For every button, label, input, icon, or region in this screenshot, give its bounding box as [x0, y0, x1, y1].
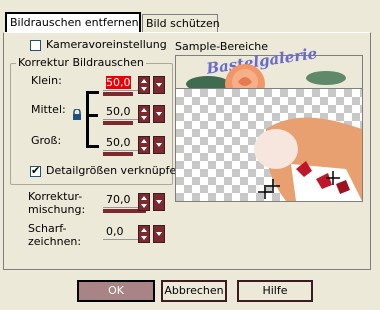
mittel-slider[interactable]	[103, 121, 133, 125]
gross-label: Groß:	[31, 134, 62, 147]
cancel-button[interactable]: Abbrechen	[161, 280, 227, 302]
tab-bildrauschen-entfernen[interactable]: Bildrauschen entfernen	[5, 12, 141, 32]
scharf-dropdown[interactable]	[153, 225, 165, 243]
crosshair-icon[interactable]	[266, 179, 280, 193]
klein-dropdown[interactable]	[153, 76, 165, 94]
link-bracket	[86, 91, 99, 148]
klein-slider[interactable]	[103, 92, 133, 96]
kamera-label: Kameravoreinstellung	[46, 38, 167, 51]
tab-bild-schuetzen[interactable]: Bild schützen	[142, 14, 220, 32]
scharf-label-1: Scharf-	[28, 222, 67, 235]
gross-slider[interactable]	[103, 152, 133, 156]
kamera-checkbox[interactable]	[30, 40, 41, 51]
help-button[interactable]: Hilfe	[237, 280, 313, 302]
korrektur-dropdown[interactable]	[153, 193, 165, 211]
korrektur-group-label: Korrektur Bildrauschen	[16, 56, 146, 69]
korrektur-label-2: mischung:	[28, 203, 86, 216]
korrektur-spinner[interactable]	[138, 193, 150, 211]
gross-spinner[interactable]	[138, 136, 150, 154]
mittel-dropdown[interactable]	[153, 105, 165, 123]
klein-spinner[interactable]	[138, 76, 150, 94]
gross-dropdown[interactable]	[153, 136, 165, 154]
check-icon: ✔	[31, 164, 41, 177]
mittel-label: Mittel:	[31, 103, 66, 116]
scharf-spinner[interactable]	[138, 225, 150, 243]
detail-checkbox[interactable]: ✔	[30, 164, 41, 177]
ok-button[interactable]: OK	[77, 280, 155, 302]
crosshair-icon[interactable]	[326, 171, 340, 185]
link-bracket-tick	[86, 114, 98, 117]
preview-area[interactable]	[175, 88, 363, 202]
detail-label: Detailgrößen verknüpfen	[46, 164, 184, 177]
scharf-label-2: zeichnen:	[28, 235, 82, 248]
mittel-spinner[interactable]	[138, 105, 150, 123]
sample-label: Sample-Bereiche	[175, 40, 269, 53]
korrektur-label-1: Korrektur-	[28, 190, 83, 203]
klein-label: Klein:	[31, 74, 62, 87]
lock-icon[interactable]	[72, 108, 82, 120]
